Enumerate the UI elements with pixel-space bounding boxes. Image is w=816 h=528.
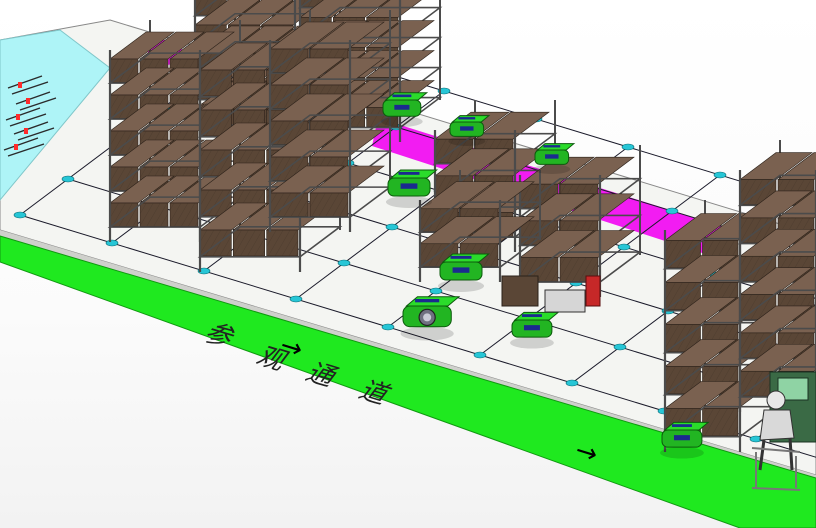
agv-shadow [437,280,485,292]
agv-shadow [510,337,554,349]
agv-top-plate [392,94,412,98]
cad-viewport[interactable]: → 参 观 通 道 → [0,0,816,528]
agv-robot [437,253,490,292]
agv-front-panel [545,154,559,159]
panel-marker [24,128,28,134]
agv-payload [544,289,586,313]
agv-top-plate [671,424,692,427]
agv-front-panel [673,435,690,441]
agv-front-panel [460,126,474,131]
grid-node-marker [289,295,303,303]
grid-node-marker [381,323,395,331]
grid-node-marker [713,171,727,179]
agv-payload-box [501,275,539,307]
agv-robot [385,169,438,208]
agv-top-plate [450,255,472,259]
grid-node-marker [621,143,635,151]
panel-marker [14,144,18,150]
operator-torso [759,409,795,441]
storage-box-texture [140,203,168,227]
warehouse-scene[interactable]: → 参 观 通 道 → [0,0,816,528]
shelf-rack [737,140,816,412]
storage-box-texture [110,203,138,227]
agv-shadow [385,196,433,208]
storage-box-texture [233,230,265,256]
grid-node-marker [337,259,351,267]
agv-front-panel [452,267,470,273]
grid-node-marker [385,223,399,231]
agv-robot [400,296,461,341]
operator-head [766,390,786,410]
agv-robot [660,421,710,459]
panel-marker [16,114,20,120]
storage-box-texture [170,203,198,227]
grid-node-marker [565,379,579,387]
storage-box-texture [266,230,298,256]
agv-top-plate [415,299,440,303]
grid-node-marker [665,207,679,215]
agv-robot [381,92,429,127]
agv-front-panel [400,183,418,189]
agv-top-plate [521,314,542,317]
grid-node-marker [617,243,631,251]
agv-shadow [448,136,486,146]
agv-top-plate [543,145,561,148]
grid-node-marker [13,211,27,219]
agv-robot [510,311,560,349]
grid-node-marker [473,351,487,359]
agv-front-panel [394,104,410,110]
grid-node-marker [105,239,119,247]
agv-lidar-core [423,313,432,322]
agv-robot [533,143,576,174]
agv-robot [448,115,491,146]
grid-node-marker [429,287,443,295]
panel-marker [26,98,30,104]
agv-top-plate [458,117,476,120]
agv-shadow [400,326,454,341]
agv-shadow [533,164,571,174]
panel-marker [18,82,22,88]
storage-box-texture [310,193,348,217]
storage-box-texture [200,230,232,256]
grid-node-marker [613,343,627,351]
agv-shadow [381,116,423,127]
grid-node-marker [61,175,75,183]
agv-shadow [660,447,704,459]
agv-top-plate [398,171,420,175]
agv-front-panel [523,325,540,331]
agv-payload-red [585,275,601,307]
